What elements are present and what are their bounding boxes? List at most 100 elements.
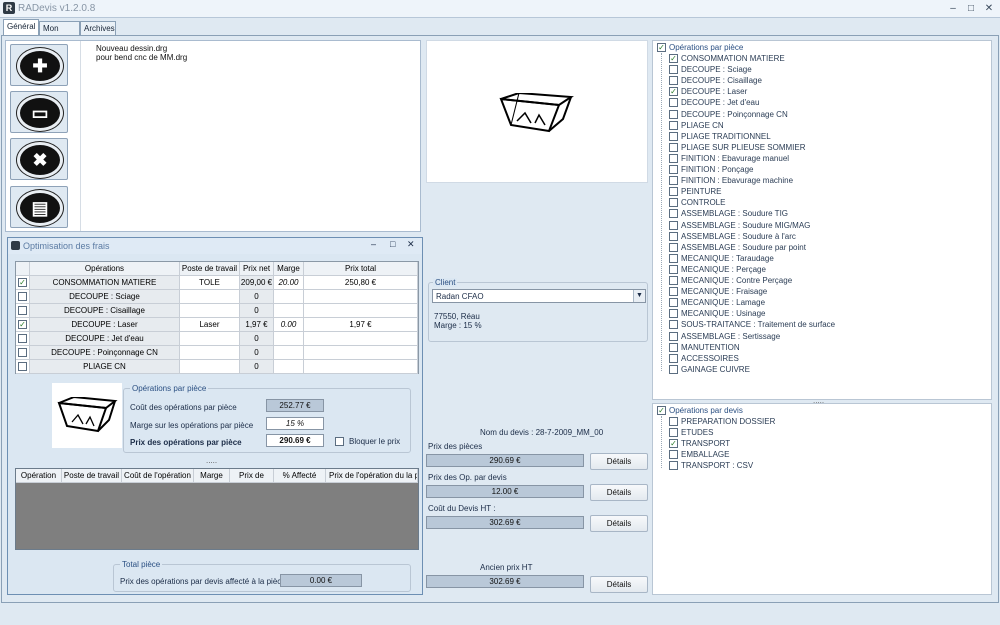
item-checkbox[interactable] bbox=[669, 65, 678, 75]
list-item[interactable]: CONTROLE bbox=[669, 197, 725, 208]
tab-archives[interactable]: Archives bbox=[80, 21, 116, 35]
list-item[interactable]: ACCESSOIRES bbox=[669, 353, 739, 364]
list-item[interactable]: ASSEMBLAGE : Sertissage bbox=[669, 331, 780, 342]
client-select[interactable]: Radan CFAO ▼ bbox=[432, 289, 646, 303]
list-item[interactable]: PLIAGE CN bbox=[669, 120, 724, 131]
item-checkbox[interactable] bbox=[669, 76, 678, 86]
list-item[interactable]: PLIAGE TRADITIONNEL bbox=[669, 131, 771, 142]
list-item[interactable]: PREPARATION DOSSIER bbox=[669, 416, 775, 427]
table-cell[interactable]: 0.00 bbox=[274, 318, 304, 331]
table-row[interactable]: ✓ CONSOMMATION MATIERE TOLE 209,00 €20.00 25… bbox=[16, 276, 418, 290]
list-item[interactable]: ASSEMBLAGE : Soudure MIG/MAG bbox=[669, 220, 810, 231]
table-row[interactable]: DECOUPE : Jet d'eau 0 bbox=[16, 332, 418, 346]
item-checkbox[interactable] bbox=[669, 176, 678, 186]
prix-ops-input[interactable]: 290.69 € bbox=[266, 434, 324, 447]
row-checkbox-cell[interactable]: ✓ bbox=[16, 276, 30, 289]
list-item[interactable]: MECANIQUE : Contre Perçage bbox=[669, 275, 792, 286]
delete-button[interactable]: ✖ bbox=[10, 138, 68, 180]
details-button[interactable]: Détails bbox=[590, 515, 648, 532]
file-list[interactable]: Nouveau dessin.drg pour bend cnc de MM.d… bbox=[96, 44, 187, 62]
maximize-icon[interactable]: □ bbox=[390, 239, 395, 249]
list-item[interactable]: FINITION : Ebavurage manuel bbox=[669, 153, 789, 164]
item-checkbox[interactable] bbox=[669, 461, 678, 471]
table-cell[interactable] bbox=[274, 332, 304, 345]
ops-piece-root-checkbox[interactable]: ✓ bbox=[657, 43, 666, 52]
item-checkbox[interactable] bbox=[669, 253, 678, 263]
table-cell[interactable]: 20.00 bbox=[274, 276, 304, 289]
item-checkbox[interactable] bbox=[669, 276, 678, 285]
maximize-icon[interactable]: □ bbox=[964, 2, 978, 15]
tab-general[interactable]: Général bbox=[3, 19, 39, 36]
row-checkbox[interactable] bbox=[18, 334, 27, 343]
item-checkbox[interactable] bbox=[669, 364, 678, 374]
item-checkbox[interactable] bbox=[669, 320, 678, 330]
details-button[interactable]: Détails bbox=[590, 484, 648, 501]
table-row[interactable]: PLIAGE CN 0 bbox=[16, 360, 418, 374]
marge-ops-input[interactable]: 15 % bbox=[266, 417, 324, 430]
item-checkbox[interactable] bbox=[669, 209, 678, 219]
item-checkbox[interactable] bbox=[669, 450, 678, 460]
table-row[interactable]: DECOUPE : Cisaillage 0 bbox=[16, 304, 418, 318]
item-checkbox[interactable] bbox=[669, 109, 678, 119]
item-checkbox[interactable] bbox=[669, 153, 678, 163]
item-checkbox[interactable] bbox=[669, 428, 678, 438]
item-checkbox[interactable] bbox=[669, 142, 678, 152]
list-item[interactable]: ✓ DECOUPE : Laser bbox=[669, 86, 747, 97]
item-checkbox[interactable] bbox=[669, 342, 678, 352]
list-item[interactable]: PEINTURE bbox=[669, 186, 721, 197]
new-document-button[interactable]: ✚ bbox=[10, 44, 68, 86]
item-checkbox[interactable] bbox=[669, 98, 678, 108]
item-checkbox[interactable] bbox=[669, 231, 678, 241]
item-checkbox[interactable] bbox=[669, 309, 678, 319]
table-cell[interactable] bbox=[274, 360, 304, 373]
list-item[interactable]: PLIAGE SUR PLIEUSE SOMMIER bbox=[669, 142, 805, 153]
list-item[interactable]: DECOUPE : Poinçonnage CN bbox=[669, 109, 788, 120]
table-row[interactable]: DECOUPE : Poinçonnage CN 0 bbox=[16, 346, 418, 360]
table-row[interactable]: DECOUPE : Sciage 0 bbox=[16, 290, 418, 304]
list-item[interactable]: MECANIQUE : Fraisage bbox=[669, 286, 767, 297]
list-item[interactable]: MECANIQUE : Usinage bbox=[669, 308, 765, 319]
table-cell[interactable] bbox=[274, 290, 304, 303]
list-item[interactable]: ✓ TRANSPORT bbox=[669, 438, 730, 449]
item-checkbox[interactable] bbox=[669, 187, 678, 197]
ops-devis-grid[interactable]: Opération Poste de travail Coût de l'opé… bbox=[15, 468, 419, 550]
item-checkbox[interactable] bbox=[669, 165, 678, 174]
list-item[interactable]: ETUDES bbox=[669, 427, 713, 438]
item-checkbox[interactable] bbox=[669, 220, 678, 230]
list-item[interactable]: FINITION : Ebavurage machine bbox=[669, 175, 793, 186]
tab-mon-devis[interactable]: Mon devis bbox=[39, 21, 80, 46]
file-item[interactable]: pour bend cnc de MM.drg bbox=[96, 53, 187, 62]
save-button[interactable]: ▤ bbox=[10, 186, 68, 228]
list-item[interactable]: MANUTENTION bbox=[669, 342, 740, 353]
list-item[interactable]: DECOUPE : Sciage bbox=[669, 64, 752, 75]
splitter-handle[interactable]: ..... bbox=[206, 456, 217, 465]
list-item[interactable]: TRANSPORT : CSV bbox=[669, 460, 753, 471]
operations-grid[interactable]: Opérations Poste de travail Prix net Mar… bbox=[15, 261, 419, 374]
list-item[interactable]: ASSEMBLAGE : Soudure TIG bbox=[669, 208, 788, 219]
list-item[interactable]: ASSEMBLAGE : Soudure à l'arc bbox=[669, 231, 796, 242]
minimize-icon[interactable]: – bbox=[946, 2, 960, 15]
item-checkbox[interactable] bbox=[669, 298, 678, 308]
item-checkbox[interactable] bbox=[669, 242, 678, 252]
file-item[interactable]: Nouveau dessin.drg bbox=[96, 44, 187, 53]
list-item[interactable]: ✓ CONSOMMATION MATIERE bbox=[669, 53, 785, 64]
details-button[interactable]: Détails bbox=[590, 576, 648, 593]
list-item[interactable]: SOUS-TRAITANCE : Traitement de surface bbox=[669, 319, 835, 330]
item-checkbox[interactable] bbox=[669, 353, 678, 363]
list-item[interactable]: MECANIQUE : Lamage bbox=[669, 297, 765, 308]
close-icon[interactable]: ✕ bbox=[407, 239, 415, 250]
row-checkbox[interactable] bbox=[18, 348, 27, 357]
row-checkbox-cell[interactable] bbox=[16, 290, 30, 303]
row-checkbox-cell[interactable] bbox=[16, 346, 30, 359]
table-row[interactable]: ✓ DECOUPE : Laser Laser 1,97 €0.00 1,97 € bbox=[16, 318, 418, 332]
item-checkbox[interactable] bbox=[669, 131, 678, 141]
bloquer-prix-checkbox[interactable] bbox=[335, 437, 344, 446]
minimize-icon[interactable]: – bbox=[371, 239, 376, 249]
item-checkbox[interactable] bbox=[669, 198, 678, 208]
list-item[interactable]: DECOUPE : Jet d'eau bbox=[669, 97, 759, 108]
ops-devis-root-checkbox[interactable]: ✓ bbox=[657, 406, 666, 415]
list-item[interactable]: EMBALLAGE bbox=[669, 449, 729, 460]
list-item[interactable]: ASSEMBLAGE : Soudure par point bbox=[669, 242, 806, 253]
row-checkbox[interactable] bbox=[18, 362, 27, 371]
item-checkbox[interactable]: ✓ bbox=[669, 439, 678, 449]
